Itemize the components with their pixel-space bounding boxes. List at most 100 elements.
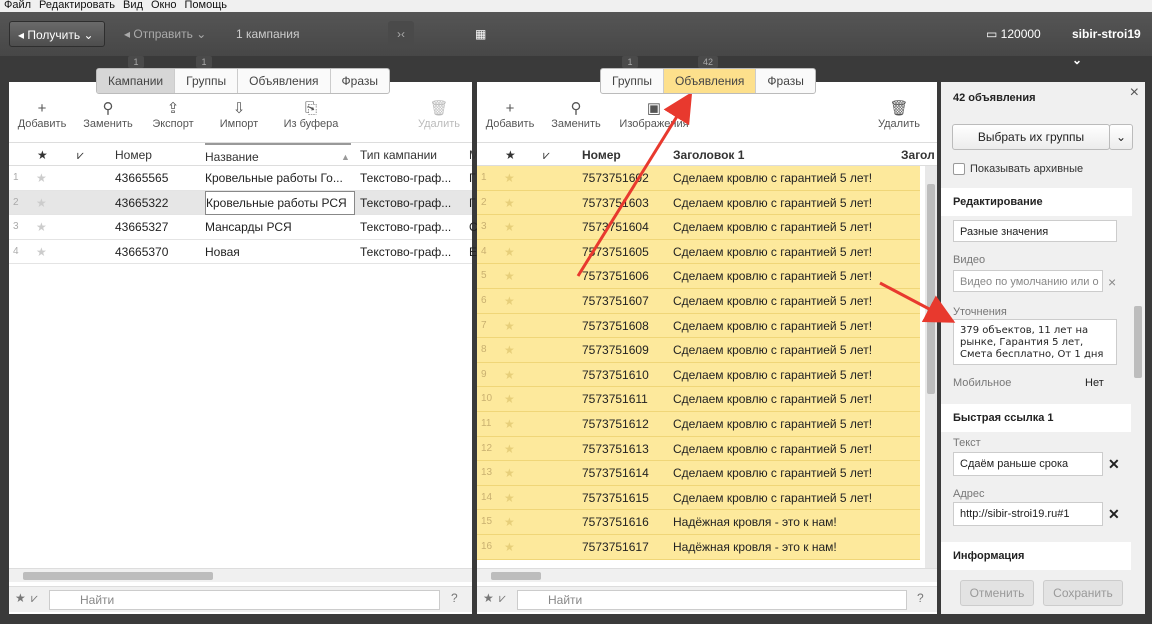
status-filter-icon[interactable]: ⩗ [31,591,38,606]
table-row[interactable]: 3 ★ 7573751604 Сделаем кровлю с гарантией 5… [477,215,920,240]
table-row[interactable]: 13 ★ 7573751614 Сделаем кровлю с гарантией … [477,461,920,486]
table-row[interactable]: 1 ★ 43665565 Кровельные работы Го... Текстов… [9,166,476,191]
close-icon[interactable]: ✕ [1108,506,1120,523]
star-icon[interactable]: ★ [36,166,47,190]
add-button[interactable]: + Добавить [9,82,75,142]
film-icon[interactable]: ▦ [467,21,487,47]
tab-phrases[interactable]: Фразы [331,69,389,93]
star-icon[interactable]: ★ [504,363,515,387]
ad-title[interactable]: Надёжная кровля - это к нам! [673,535,837,559]
table-row[interactable]: 2 ★ 7573751603 Сделаем кровлю с гарантией 5… [477,190,920,216]
send-button[interactable]: ◂ Отправить ⌄ [116,21,220,47]
star-icon[interactable]: ★ [504,264,515,288]
campaigns-hscroll[interactable] [9,568,472,582]
star-icon[interactable]: ★ [504,510,515,534]
star-icon[interactable]: ★ [36,191,47,215]
campaign-name[interactable]: Мансарды РСЯ [205,215,355,239]
ads-vscroll[interactable] [925,166,937,568]
campaign-name[interactable]: Кровельные работы Го... [205,166,355,190]
status-column-header[interactable]: ⩗ [77,143,84,167]
campaign-name[interactable]: Кровельные работы РСЯ [205,190,355,215]
callouts-textarea[interactable]: 379 объектов, 11 лет на рынке, Гарантия … [953,319,1117,365]
clear-icon[interactable]: × [1108,274,1116,290]
table-row[interactable]: 1 ★ 7573751602 Сделаем кровлю с гарантией 5… [477,166,920,191]
ads-hscroll[interactable] [477,568,937,582]
ad-title[interactable]: Сделаем кровлю с гарантией 5 лет! [673,387,872,411]
star-icon[interactable]: ★ [504,215,515,239]
status-column-header[interactable]: ⩗ [543,143,550,167]
status-filter-icon[interactable]: ⩗ [499,591,506,606]
star-icon[interactable]: ★ [504,387,515,411]
ad-title[interactable]: Сделаем кровлю с гарантией 5 лет! [673,240,872,264]
table-row[interactable]: 14 ★ 7573751615 Сделаем кровлю с гарантией … [477,485,920,511]
star-icon[interactable]: ★ [504,535,515,559]
scroll-thumb[interactable] [23,572,213,580]
ad-title[interactable]: Сделаем кровлю с гарантией 5 лет! [673,461,872,485]
ad-title[interactable]: Сделаем кровлю с гарантией 5 лет! [673,486,872,510]
title2-column-header[interactable]: Загол [901,143,935,167]
star-icon[interactable]: ★ [504,166,515,190]
help-icon[interactable]: ? [917,591,924,605]
star-column-header[interactable]: ★ [505,143,516,167]
table-row[interactable]: 15 ★ 7573751616 Надёжная кровля - это к нам… [477,510,920,535]
sitelink-text-input[interactable]: Сдаём раньше срока [953,452,1103,476]
star-icon[interactable]: ★ [36,240,47,264]
star-column-header[interactable]: ★ [37,143,48,167]
menu-file[interactable]: Файл [0,0,35,11]
table-row[interactable]: 4 ★ 7573751605 Сделаем кровлю с гарантией 5… [477,239,920,265]
ad-title[interactable]: Сделаем кровлю с гарантией 5 лет! [673,264,872,288]
type-column-header[interactable]: Тип кампании [360,143,437,167]
menu-view[interactable]: Вид [119,0,147,11]
campaigns-search-input[interactable]: Найти [49,590,440,610]
table-row[interactable]: 12 ★ 7573751613 Сделаем кровлю с гарантией … [477,436,920,462]
show-archived-checkbox[interactable] [953,163,965,175]
star-icon[interactable]: ★ [504,437,515,461]
table-row[interactable]: 5 ★ 7573751606 Сделаем кровлю с гарантией 5… [477,264,920,289]
menu-edit[interactable]: Редактировать [35,0,119,11]
cancel-button[interactable]: Отменить [960,580,1034,606]
ad-title[interactable]: Надёжная кровля - это к нам! [673,510,837,534]
table-row[interactable]: 4 ★ 43665370 Новая Текстово-граф... Е [9,240,477,265]
scroll-thumb[interactable] [491,572,541,580]
campaign-name[interactable]: Новая [205,240,355,264]
table-row[interactable]: 9 ★ 7573751610 Сделаем кровлю с гарантией 5… [477,362,920,388]
tab-ads[interactable]: Объявления [663,69,757,93]
star-icon[interactable]: ★ [504,191,515,215]
star-icon[interactable]: ★ [504,461,515,485]
ad-title[interactable]: Сделаем кровлю с гарантией 5 лет! [673,437,872,461]
table-row[interactable]: 11 ★ 7573751612 Сделаем кровлю с гарантией … [477,411,920,437]
ads-search-input[interactable]: Найти [517,590,907,610]
scroll-thumb[interactable] [1134,306,1142,378]
table-row[interactable]: 3 ★ 43665327 Мансарды РСЯ Текстово-граф... С [9,215,478,240]
get-button[interactable]: ◂ Получить ⌄ [9,21,105,47]
video-input[interactable]: Видео по умолчанию или о [953,270,1103,292]
ad-title[interactable]: Сделаем кровлю с гарантией 5 лет! [673,166,872,190]
delete-button[interactable]: 🗑 Удалить [409,82,469,142]
table-row[interactable]: 10 ★ 7573751611 Сделаем кровлю с гарантией … [477,387,920,412]
mobile-value[interactable]: Нет [1085,377,1104,389]
collapse-icon[interactable]: ›‹ [388,21,414,47]
menu-help[interactable]: Помощь [181,0,232,11]
tab-campaigns[interactable]: Кампании [97,69,176,93]
ad-title[interactable]: Сделаем кровлю с гарантией 5 лет! [673,363,872,387]
ad-title[interactable]: Сделаем кровлю с гарантией 5 лет! [673,191,872,215]
star-icon[interactable]: ★ [504,412,515,436]
chevron-down-icon[interactable]: ⌄ [1109,124,1133,150]
title1-column-header[interactable]: Заголовок 1 [673,143,744,167]
ad-title[interactable]: Сделаем кровлю с гарантией 5 лет! [673,289,872,313]
star-icon[interactable]: ★ [504,486,515,510]
star-icon[interactable]: ★ [504,240,515,264]
editor-vscroll[interactable] [1131,224,1145,570]
table-row[interactable]: 2 ★ 43665322 Кровельные работы РСЯ Текстово-… [9,190,476,216]
scroll-thumb[interactable] [927,184,935,394]
close-icon[interactable]: ✕ [1108,456,1120,473]
star-icon[interactable]: ★ [504,289,515,313]
ad-title[interactable]: Сделаем кровлю с гарантией 5 лет! [673,314,872,338]
choose-groups-button[interactable]: Выбрать их группы [952,124,1110,150]
star-icon[interactable]: ★ [36,215,47,239]
add-button[interactable]: + Добавить [477,82,543,142]
table-row[interactable]: 7 ★ 7573751608 Сделаем кровлю с гарантией 5… [477,313,920,339]
user-menu[interactable]: sibir-stroi19 ⌄ [1064,21,1152,67]
star-icon[interactable]: ★ [504,314,515,338]
help-icon[interactable]: ? [451,591,458,605]
